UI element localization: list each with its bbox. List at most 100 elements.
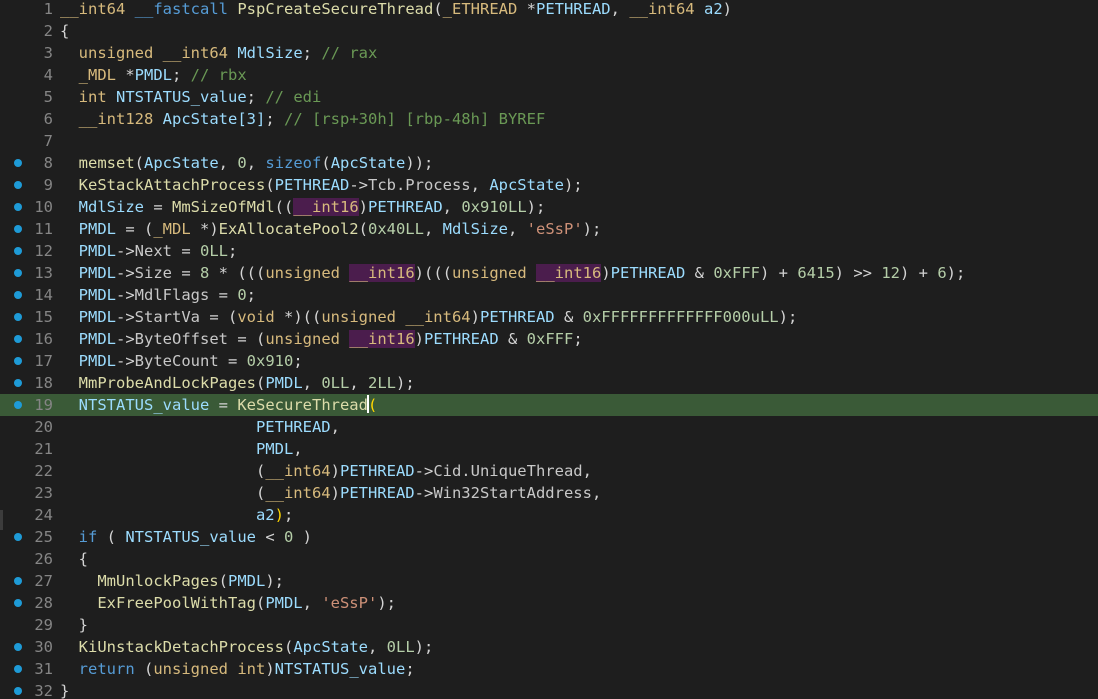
breakpoint-dot-icon[interactable] (14, 665, 22, 673)
code-line[interactable]: 30 KiUnstackDetachProcess(ApcState, 0LL)… (0, 636, 1098, 658)
code-text[interactable]: } (60, 680, 69, 699)
code-line[interactable]: 3 unsigned __int64 MdlSize; // rax (0, 42, 1098, 64)
code-text[interactable]: PMDL->ByteOffset = (unsigned __int16)PET… (60, 328, 583, 350)
code-line[interactable]: 21 PMDL, (0, 438, 1098, 460)
code-line[interactable]: 12 PMDL->Next = 0LL; (0, 240, 1098, 262)
code-text[interactable]: PMDL->Size = 8 * (((unsigned __int16)(((… (60, 262, 965, 284)
code-line[interactable]: 5 int NTSTATUS_value; // edi (0, 86, 1098, 108)
code-text[interactable]: PMDL->StartVa = (void *)((unsigned __int… (60, 306, 798, 328)
breakpoint-dot-icon[interactable] (14, 225, 22, 233)
breakpoint-dot-icon[interactable] (14, 291, 22, 299)
breakpoint-dot-icon[interactable] (14, 401, 22, 409)
code-line[interactable]: 10 MdlSize = MmSizeOfMdl((__int16)PETHRE… (0, 196, 1098, 218)
code-line[interactable]: 24 a2); (0, 504, 1098, 526)
code-text[interactable]: ExFreePoolWithTag(PMDL, 'eSsP'); (60, 592, 396, 614)
code-line[interactable]: 28 ExFreePoolWithTag(PMDL, 'eSsP'); (0, 592, 1098, 614)
punctuation-token: ( (255, 374, 266, 392)
code-line[interactable]: 32} (0, 680, 1098, 699)
punctuation-token: ( (134, 660, 154, 678)
code-text[interactable]: (__int64)PETHREAD->Cid.UniqueThread, (60, 460, 592, 482)
breakpoint-dot-icon[interactable] (14, 269, 22, 277)
code-text[interactable]: (__int64)PETHREAD->Win32StartAddress, (60, 482, 601, 504)
code-line[interactable]: 16 PMDL->ByteOffset = (unsigned __int16)… (0, 328, 1098, 350)
code-text[interactable]: int NTSTATUS_value; // edi (60, 86, 322, 108)
code-editor[interactable]: 1 __int64 __fastcall PspCreateSecureThrea… (0, 0, 1098, 699)
code-text[interactable]: _MDL *PMDL; // rbx (60, 64, 247, 86)
code-line[interactable]: 18 MmProbeAndLockPages(PMDL, 0LL, 2LL); (0, 372, 1098, 394)
variable-token: ApcState (330, 154, 406, 172)
code-text[interactable]: PMDL, (60, 438, 303, 460)
code-text[interactable]: if ( NTSTATUS_value < 0 ) (60, 526, 312, 548)
code-line[interactable]: 2{ (0, 20, 1098, 42)
code-text[interactable]: KiUnstackDetachProcess(ApcState, 0LL); (60, 636, 434, 658)
breakpoint-dot-icon[interactable] (14, 533, 22, 541)
breakpoint-dot-icon[interactable] (14, 159, 22, 167)
punctuation-token (60, 638, 79, 656)
breakpoint-dot-icon[interactable] (14, 577, 22, 585)
code-text[interactable]: PMDL->Next = 0LL; (60, 240, 238, 262)
breakpoint-dot-icon[interactable] (14, 357, 22, 365)
punctuation-token: ; (246, 286, 257, 304)
code-text[interactable]: { (60, 20, 69, 42)
code-line[interactable]: 17 PMDL->ByteCount = 0x910; (0, 350, 1098, 372)
code-line[interactable]: 6 __int128 ApcState[3]; // [rsp+30h] [rb… (0, 108, 1098, 130)
punctuation-token: -> (116, 352, 135, 370)
code-text[interactable]: KeStackAttachProcess(PETHREAD->Tcb.Proce… (60, 174, 583, 196)
variable-token: ApcState (489, 176, 564, 194)
code-line[interactable]: 23 (__int64)PETHREAD->Win32StartAddress, (0, 482, 1098, 504)
code-text[interactable]: { (60, 548, 88, 570)
variable-token: PMDL (255, 440, 294, 458)
code-view[interactable]: 1 __int64 __fastcall PspCreateSecureThrea… (0, 0, 1098, 699)
code-line[interactable]: 27 MmUnlockPages(PMDL); (0, 570, 1098, 592)
code-line[interactable]: 14 PMDL->MdlFlags = 0; (0, 284, 1098, 306)
code-text[interactable]: MdlSize = MmSizeOfMdl((__int16)PETHREAD,… (60, 196, 545, 218)
code-line[interactable]: 29 } (0, 614, 1098, 636)
code-text[interactable]: return (unsigned int)NTSTATUS_value; (60, 658, 415, 680)
line-number: 10 (34, 198, 53, 216)
code-line[interactable]: 13 PMDL->Size = 8 * (((unsigned __int16)… (0, 262, 1098, 284)
code-text[interactable]: MmUnlockPages(PMDL); (60, 570, 284, 592)
code-text[interactable]: a2); (60, 504, 293, 526)
code-line[interactable]: 31 return (unsigned int)NTSTATUS_value; (0, 658, 1098, 680)
breakpoint-dot-icon[interactable] (14, 687, 22, 695)
code-text[interactable]: PMDL->ByteCount = 0x910; (60, 350, 303, 372)
punctuation-token: ) (330, 484, 340, 502)
breakpoint-dot-icon[interactable] (14, 313, 22, 321)
breakpoint-dot-icon[interactable] (14, 335, 22, 343)
breakpoint-dot-icon[interactable] (14, 203, 22, 211)
code-text[interactable]: NTSTATUS_value = KeSecureThread( (60, 394, 377, 416)
code-text[interactable]: __int64 __fastcall PspCreateSecureThread… (60, 0, 732, 20)
code-line[interactable]: 11 PMDL = (_MDL *)ExAllocatePool2(0x40LL… (0, 218, 1098, 240)
breakpoint-dot-icon[interactable] (14, 643, 22, 651)
code-line[interactable]: 8 memset(ApcState, 0, sizeof(ApcState)); (0, 152, 1098, 174)
code-text[interactable]: } (60, 614, 88, 636)
code-text[interactable]: unsigned __int64 MdlSize; // rax (60, 42, 378, 64)
breakpoint-dot-icon[interactable] (14, 247, 22, 255)
code-line[interactable]: 1 __int64 __fastcall PspCreateSecureThrea… (0, 0, 1098, 20)
code-line[interactable]: 22 (__int64)PETHREAD->Cid.UniqueThread, (0, 460, 1098, 482)
line-number: 27 (34, 572, 53, 590)
matched-paren-token: ) (274, 506, 284, 524)
code-line[interactable]: 20 PETHREAD, (0, 416, 1098, 438)
variable-token: PMDL (265, 594, 303, 612)
code-text[interactable]: PETHREAD, (60, 416, 340, 438)
code-line[interactable]: 15 PMDL->StartVa = (void *)((unsigned __… (0, 306, 1098, 328)
variable-token: PMDL (78, 286, 116, 304)
breakpoint-dot-icon[interactable] (14, 599, 22, 607)
code-text[interactable]: PMDL->MdlFlags = 0; (60, 284, 256, 306)
breakpoint-dot-icon[interactable] (14, 181, 22, 189)
code-text[interactable]: PMDL = (_MDL *)ExAllocatePool2(0x40LL, M… (60, 218, 602, 240)
breakpoint-dot-icon[interactable] (14, 379, 22, 387)
code-line[interactable]: 26 { (0, 548, 1098, 570)
code-line[interactable]: 19 NTSTATUS_value = KeSecureThread( (0, 394, 1098, 416)
punctuation-token: ); (265, 572, 284, 590)
punctuation-token: ); (396, 374, 415, 392)
punctuation-token: ); (563, 176, 583, 194)
code-text[interactable]: __int128 ApcState[3]; // [rsp+30h] [rbp-… (60, 108, 546, 130)
code-text[interactable]: memset(ApcState, 0, sizeof(ApcState)); (60, 152, 434, 174)
code-text[interactable]: MmProbeAndLockPages(PMDL, 0LL, 2LL); (60, 372, 415, 394)
code-line[interactable]: 9 KeStackAttachProcess(PETHREAD->Tcb.Pro… (0, 174, 1098, 196)
code-line[interactable]: 25 if ( NTSTATUS_value < 0 ) (0, 526, 1098, 548)
code-line[interactable]: 4 _MDL *PMDL; // rbx (0, 64, 1098, 86)
code-line[interactable]: 7 (0, 130, 1098, 152)
